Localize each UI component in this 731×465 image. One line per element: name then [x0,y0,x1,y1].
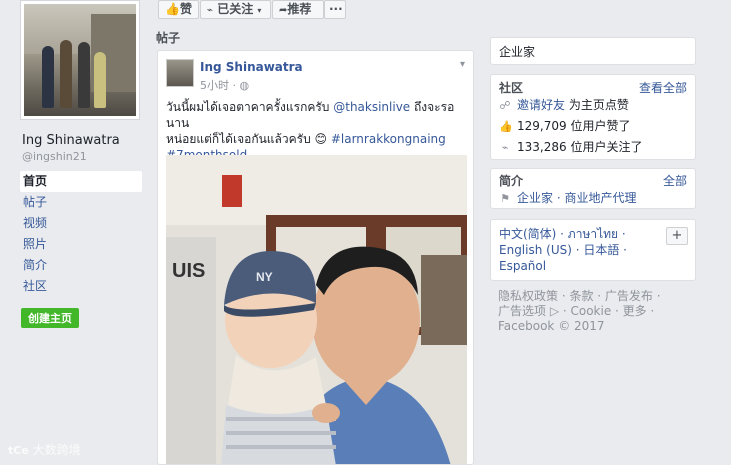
action-bar: 👍赞 ⌁ 已关注 ▾ ➦推荐 ··· [150,0,696,19]
watermark-text: 大数跨境 [32,443,81,457]
page-nav: 首页 帖子 视频 照片 简介 社区 [20,171,142,297]
nav-item-community[interactable]: 社区 [20,276,142,297]
page-category: 企业家 [499,45,536,59]
tag-icon: ⚑ [500,192,510,205]
about-categories[interactable]: 企业家 · 商业地产代理 [517,191,636,205]
share-label: 推荐 [287,2,312,16]
invite-friends-row: ☍ 邀请好友 为主页点赞 [499,95,687,116]
rss-icon: ⌁ [207,5,214,16]
invite-friends-link[interactable]: 邀请好友 [517,98,565,112]
language-line[interactable]: English (US) · 日本語 · [499,242,687,258]
about-box: 简介 全部 ⚑ 企业家 · 商业地产代理 [490,168,696,209]
hashtag-link[interactable]: #larnrakkongnaing [331,132,446,146]
invite-friends-suffix: 为主页点赞 [565,98,629,112]
watermark: tCe 大数跨境 [8,441,81,458]
following-button[interactable]: ⌁ 已关注 ▾ [200,0,271,19]
svg-text:NY: NY [256,270,273,284]
post-photo-illustration: UIS NY [166,155,467,464]
language-line[interactable]: 中文(简体) · ภาษาไทย · [499,226,687,242]
nav-item-about[interactable]: 简介 [20,255,142,276]
add-language-button[interactable]: + [666,227,688,245]
thumbs-up-icon: 👍 [499,120,513,133]
likes-count[interactable]: 129,709 位用户赞了 [517,119,630,133]
create-page-button[interactable]: 创建主页 [21,308,79,328]
profile-picture[interactable] [20,0,140,120]
follows-row: ⌁ 133,286 位用户关注了 [499,137,687,158]
like-label: 赞 [179,2,192,16]
invite-friends-icon: ☍ [499,99,511,112]
about-see-all-link[interactable]: 全部 [663,172,687,189]
category-box: 企业家 [490,37,696,65]
community-box: 社区 查看全部 ☍ 邀请好友 为主页点赞 👍 129,709 位用户赞了 ⌁ 133,… [490,74,696,160]
svg-text:UIS: UIS [172,260,205,282]
more-button[interactable]: ··· [324,0,346,19]
watermark-logo-icon: tCe [8,444,29,457]
post-text-part: วันนี้ผมได้เจอตาคาครั้งแรกครับ [166,100,334,114]
left-column: Ing Shinawatra @ingshin21 首页 帖子 视频 照片 简介… [0,0,150,465]
nav-item-videos[interactable]: 视频 [20,213,142,234]
nav-item-home[interactable]: 首页 [20,171,142,192]
about-categories-row: ⚑ 企业家 · 商业地产代理 [499,188,687,209]
languages-box: 中文(简体) · ภาษาไทย · English (US) · 日本語 · … [490,219,696,281]
likes-row: 👍 129,709 位用户赞了 [499,116,687,137]
rss-icon: ⌁ [501,141,509,154]
post-author-name[interactable]: Ing Shinawatra [200,60,303,74]
footer-copyright: Facebook © 2017 [498,319,605,333]
community-see-all-link[interactable]: 查看全部 [639,79,687,96]
footer-links[interactable]: 隐私权政策 · 条款 · 广告发布 · [498,289,688,304]
profile-handle[interactable]: @ingshin21 [22,150,87,163]
thumbs-up-icon: 👍 [165,2,180,16]
like-button[interactable]: 👍赞 [158,0,199,19]
page-footer: 隐私权政策 · 条款 · 广告发布 · 广告选项 ▷ · Cookie · 更多… [498,289,688,334]
profile-name[interactable]: Ing Shinawatra [22,133,120,148]
globe-icon: ◍ [239,79,250,92]
post-photo[interactable]: UIS NY [166,155,467,464]
profile-photo [24,4,136,116]
post-card: Ing Shinawatra 5小时 · ◍ ▾ วันนี้ผมได้เจอต… [157,50,474,465]
about-title: 简介 [499,174,524,188]
footer-links[interactable]: 广告选项 ▷ · Cookie · 更多 · [498,304,688,319]
language-line[interactable]: Español [499,258,687,274]
post-time-text: 5小时 · [200,79,240,92]
post-text: วันนี้ผมได้เจอตาคาครั้งแรกครับ @thaksinl… [166,99,466,163]
nav-item-photos[interactable]: 照片 [20,234,142,255]
post-author-avatar[interactable] [166,59,194,87]
share-button[interactable]: ➦推荐 [272,0,324,19]
community-title: 社区 [499,81,524,95]
post-timestamp[interactable]: 5小时 · ◍ [200,77,249,93]
mention-link[interactable]: @thaksinlive [333,100,410,114]
following-label: 已关注 [217,2,254,16]
post-text-part: หน่อยแต่ก็ได้เจอกันแล้วครับ 😊 [166,132,331,146]
chevron-down-icon: ▾ [257,6,262,15]
posts-section-title: 帖子 [156,31,181,45]
nav-item-posts[interactable]: 帖子 [20,192,142,213]
follows-count[interactable]: 133,286 位用户关注了 [517,140,642,154]
post-options-icon[interactable]: ▾ [460,59,465,70]
